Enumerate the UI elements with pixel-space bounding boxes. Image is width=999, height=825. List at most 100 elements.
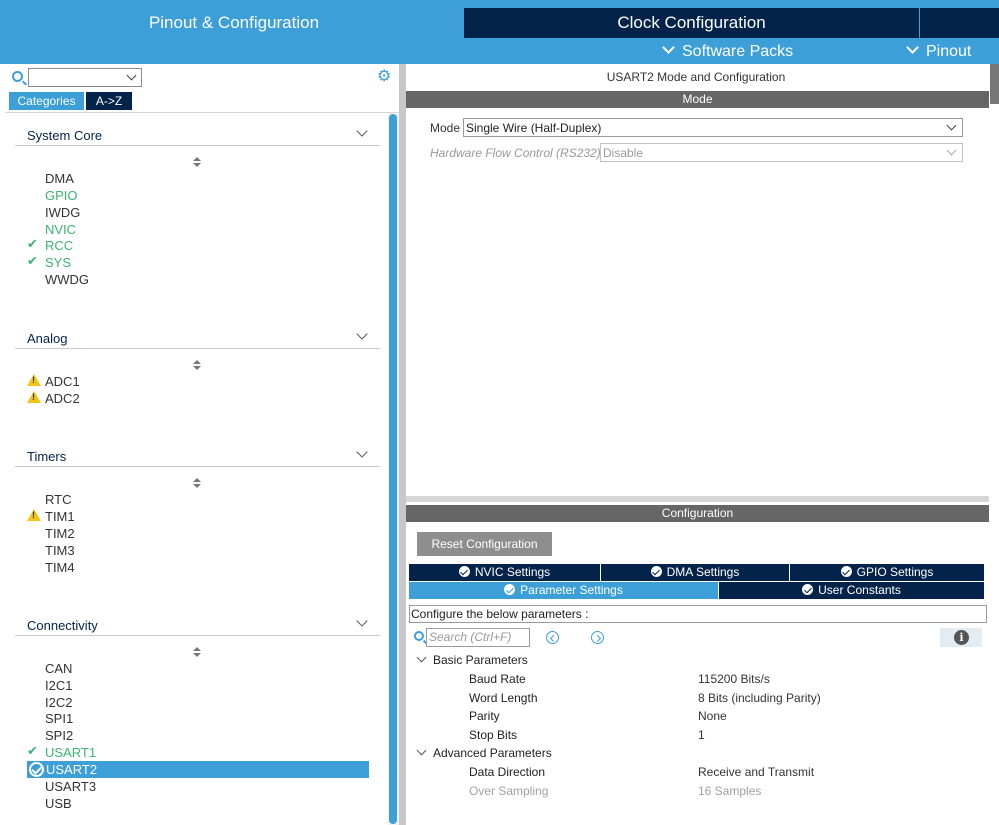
group-title: Basic Parameters [433,653,528,667]
left-panel: ⚙ Categories A->Z System Core DMA GPIO I… [5,64,399,825]
next-result-icon[interactable] [591,631,604,644]
list-item-adc2[interactable]: ADC2 [45,390,80,407]
list-item-tim3[interactable]: TIM3 [45,542,75,559]
list-item-i2c1[interactable]: I2C1 [45,677,72,694]
category-title: Connectivity [27,618,98,633]
chevron-down-icon[interactable] [356,125,368,137]
panel-splitter[interactable] [399,64,406,825]
list-item-spi1[interactable]: SPI1 [45,710,73,727]
chevron-down-icon[interactable] [356,615,368,627]
list-item-usart1[interactable]: USART1 [45,744,96,761]
previous-result-icon[interactable] [546,631,559,644]
pinout-menu[interactable]: Pinout [906,41,971,62]
list-item-usart2-selected[interactable]: USART2 [27,761,369,778]
list-item-gpio[interactable]: GPIO [45,187,78,204]
peripheral-search-combo[interactable] [28,68,142,87]
list-item-dma[interactable]: DMA [45,170,74,187]
list-item-tim2[interactable]: TIM2 [45,525,75,542]
param-name-word-length[interactable]: Word Length [469,691,538,705]
list-item-nvic[interactable]: NVIC [45,221,76,238]
category-connectivity[interactable]: Connectivity [15,614,380,636]
sort-icon[interactable] [192,478,202,490]
tab-label: DMA Settings [666,565,740,579]
list-item-usart3[interactable]: USART3 [45,778,96,795]
hw-flow-control-value: Disable [603,146,644,160]
sort-icon[interactable] [192,157,202,169]
software-packs-menu[interactable]: Software Packs [662,41,794,62]
mode-label: Mode [430,121,461,135]
chevron-down-icon[interactable] [946,145,957,156]
list-item-can[interactable]: CAN [45,660,72,677]
check-icon: ✔ [27,253,38,268]
chevron-down-icon [662,41,675,54]
tab-dma-settings[interactable]: DMA Settings [601,564,789,581]
chevron-down-icon[interactable] [946,120,957,131]
tab-label: Parameter Settings [520,583,623,597]
hw-flow-control-select[interactable]: Disable [600,143,963,162]
tab-gpio-settings[interactable]: GPIO Settings [790,564,984,581]
tab-user-constants[interactable]: User Constants [719,582,984,599]
list-item-sys[interactable]: SYS [45,254,71,271]
list-item-tim1[interactable]: TIM1 [45,508,75,525]
tab-clock-configuration[interactable]: Clock Configuration [464,8,919,38]
tab-a-z[interactable]: A->Z [86,92,132,110]
chevron-down-icon[interactable] [416,745,427,756]
category-analog[interactable]: Analog [15,327,380,349]
chevron-down-icon[interactable] [356,328,368,340]
splitter[interactable] [406,496,989,502]
param-value-over-sampling: 16 Samples [698,784,762,798]
check-icon: ✔ [27,236,38,251]
list-item-usb[interactable]: USB [45,795,72,812]
category-timers[interactable]: Timers [15,445,380,467]
mode-select[interactable]: Single Wire (Half-Duplex) [463,118,963,137]
category-title: Analog [27,331,68,346]
left-toolbar: ⚙ Categories A->Z [5,64,399,112]
tab-nvic-settings[interactable]: NVIC Settings [409,564,600,581]
category-title: System Core [27,128,103,143]
category-system-core[interactable]: System Core [15,124,380,146]
param-value-data-direction[interactable]: Receive and Transmit [698,765,814,779]
scrollbar-edge[interactable] [990,64,999,104]
check-icon: ✔ [27,743,38,758]
list-item-wwdg[interactable]: WWDG [45,271,89,288]
info-button[interactable]: i [940,628,982,647]
list-item-i2c2[interactable]: I2C2 [45,694,72,711]
list-item-usart2: USART2 [46,762,98,777]
gear-icon[interactable]: ⚙ [377,69,392,85]
list-item-spi2[interactable]: SPI2 [45,727,73,744]
param-name-data-direction[interactable]: Data Direction [469,765,545,779]
info-icon: i [954,630,969,645]
param-name-parity[interactable]: Parity [469,709,500,723]
sort-icon[interactable] [192,647,202,659]
param-value-word-length[interactable]: 8 Bits (including Parity) [698,691,821,705]
list-item-adc1[interactable]: ADC1 [45,373,80,390]
param-value-baud-rate[interactable]: 115200 Bits/s [698,672,770,686]
list-item-rtc[interactable]: RTC [45,491,71,508]
param-value-stop-bits[interactable]: 1 [698,728,705,742]
reset-configuration-button[interactable]: Reset Configuration [417,532,552,556]
check-circle-icon [802,584,814,595]
group-title: Advanced Parameters [433,746,552,760]
param-name-stop-bits[interactable]: Stop Bits [469,728,517,742]
warning-icon [27,374,41,386]
tab-categories[interactable]: Categories [9,92,84,110]
param-name-baud-rate[interactable]: Baud Rate [469,672,526,686]
group-basic-parameters[interactable]: Basic Parameters [416,652,528,667]
sort-icon[interactable] [192,360,202,372]
list-item-iwdg[interactable]: IWDG [45,204,80,221]
tab-label: NVIC Settings [474,565,551,579]
group-advanced-parameters[interactable]: Advanced Parameters [416,745,552,760]
parameter-search-input[interactable]: Search (Ctrl+F) [426,628,530,647]
scrollbar-thumb[interactable] [389,114,397,824]
tab-more[interactable] [920,8,999,38]
mode-select-value: Single Wire (Half-Duplex) [466,121,602,135]
tab-parameter-settings[interactable]: Parameter Settings [409,582,718,599]
chevron-down-icon[interactable] [356,446,368,458]
chevron-down-icon[interactable] [126,70,137,81]
tab-pinout-configuration[interactable]: Pinout & Configuration [5,8,463,38]
chevron-down-icon[interactable] [416,652,427,663]
param-value-parity[interactable]: None [698,709,727,723]
list-item-tim4[interactable]: TIM4 [45,559,75,576]
software-packs-label: Software Packs [682,43,794,60]
list-item-rcc[interactable]: RCC [45,237,73,254]
